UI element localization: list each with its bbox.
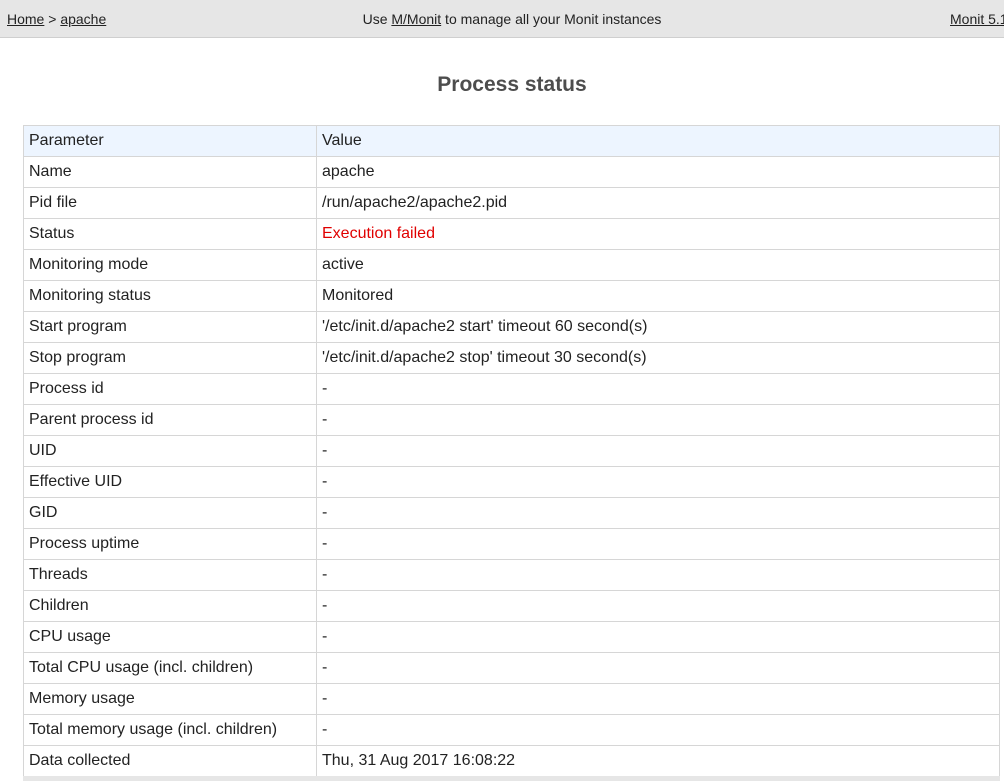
table-row: Name apache [23,156,1000,188]
row-parameter: Threads [23,559,317,591]
column-header-parameter: Parameter [23,125,317,157]
mmonit-message: Use M/Monit to manage all your Monit ins… [0,11,1004,27]
table-row: Threads - [23,559,1000,591]
table-row: Children - [23,590,1000,622]
row-parameter: Memory usage [23,683,317,715]
row-parameter: CPU usage [23,621,317,653]
row-parameter: Total CPU usage (incl. children) [23,652,317,684]
table-row: Total memory usage (incl. children) - [23,714,1000,746]
table-row: GID - [23,497,1000,529]
row-parameter: Total memory usage (incl. children) [23,714,317,746]
table-footer-strip [23,776,1000,781]
row-value: - [316,714,1000,746]
row-value: apache [316,156,1000,188]
row-value: - [316,683,1000,715]
row-parameter: Name [23,156,317,188]
table-row: Monitoring mode active [23,249,1000,281]
row-parameter: Effective UID [23,466,317,498]
row-parameter: Stop program [23,342,317,374]
row-value: '/etc/init.d/apache2 start' timeout 60 s… [316,311,1000,343]
row-parameter: Status [23,218,317,250]
row-value: - [316,466,1000,498]
row-value: - [316,621,1000,653]
row-parameter: Process uptime [23,528,317,560]
table-row: Monitoring status Monitored [23,280,1000,312]
row-value: - [316,404,1000,436]
version-info: Monit 5.1 [950,11,1004,27]
top-bar: Home > apache Use M/Monit to manage all … [0,0,1004,38]
table-row: UID - [23,435,1000,467]
row-parameter: Process id [23,373,317,405]
table-row: Memory usage - [23,683,1000,715]
row-value: - [316,652,1000,684]
row-parameter: Parent process id [23,404,317,436]
row-parameter: Data collected [23,745,317,777]
table-row: CPU usage - [23,621,1000,653]
table-row: Pid file/run/apache2/apache2.pid [23,187,1000,219]
row-parameter: Start program [23,311,317,343]
table-row: Start program '/etc/init.d/apache2 start'… [23,311,1000,343]
table-row: Process uptime - [23,528,1000,560]
version-link[interactable]: Monit 5.1 [950,11,1004,27]
row-parameter: Children [23,590,317,622]
message-prefix: Use [362,11,392,27]
row-parameter: Monitoring status [23,280,317,312]
table-row: Process id - [23,373,1000,405]
table-row: Effective UID - [23,466,1000,498]
table-row: Total CPU usage (incl. children) - [23,652,1000,684]
status-value: Execution failed [316,218,1000,250]
row-value: active [316,249,1000,281]
message-suffix: to manage all your Monit instances [441,11,662,27]
column-header-value: Value [316,125,1000,157]
row-value: - [316,528,1000,560]
row-value: - [316,497,1000,529]
table-row: Status Execution failed [23,218,1000,250]
row-value: - [316,590,1000,622]
table-row: Stop program '/etc/init.d/apache2 stop' t… [23,342,1000,374]
mmonit-link[interactable]: M/Monit [391,11,441,27]
row-parameter: UID [23,435,317,467]
row-parameter: Pid file [23,187,317,219]
row-parameter: GID [23,497,317,529]
row-value: '/etc/init.d/apache2 stop' timeout 30 se… [316,342,1000,374]
row-value: - [316,435,1000,467]
process-status-table: Parameter Value Name apache Pid file/run/… [23,125,1000,777]
row-value: - [316,373,1000,405]
table-row: Parent process id - [23,404,1000,436]
row-value: - [316,559,1000,591]
row-value: /run/apache2/apache2.pid [316,187,1000,219]
page-title: Process status [437,73,587,96]
row-value: Monitored [316,280,1000,312]
table-row: Data collected Thu, 31 Aug 2017 16:08:22 [23,745,1000,777]
table-header-row: Parameter Value [23,125,1000,157]
row-value: Thu, 31 Aug 2017 16:08:22 [316,745,1000,777]
row-parameter: Monitoring mode [23,249,317,281]
